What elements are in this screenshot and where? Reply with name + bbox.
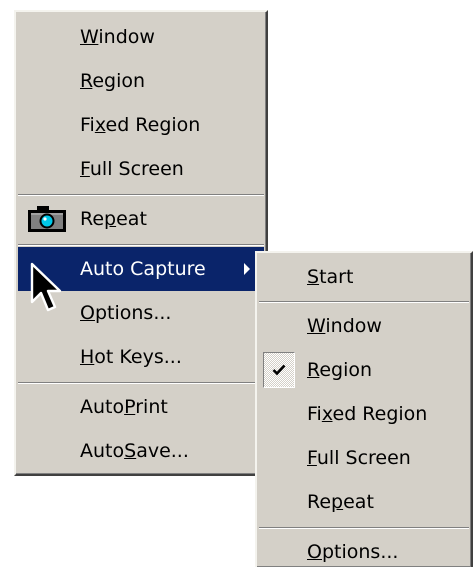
menu-item-label: Window (307, 315, 382, 337)
menu-item-label: Full Screen (307, 447, 411, 469)
menu-item-full-screen[interactable]: Full Screen (18, 147, 264, 191)
submenu-item-window[interactable]: Window (259, 304, 469, 348)
submenu-item-repeat[interactable]: Repeat (259, 480, 469, 524)
menu-item-label: Fixed Region (307, 403, 428, 425)
mouse-pointer-icon (30, 262, 62, 312)
menu-item-hot-keys[interactable]: Hot Keys... (18, 335, 264, 379)
menu-item-label: Repeat (307, 491, 374, 513)
menu-item-label: Options... (307, 541, 399, 563)
submenu-item-full-screen[interactable]: Full Screen (259, 436, 469, 480)
submenu-item-fixed-region[interactable]: Fixed Region (259, 392, 469, 436)
menu-item-label: Auto Capture (80, 258, 206, 280)
menu-item-label: AutoPrint (80, 396, 168, 418)
menu-item-region[interactable]: Region (18, 59, 264, 103)
menu-item-label: Full Screen (80, 158, 184, 180)
menu-separator (259, 527, 469, 529)
menu-separator (18, 382, 264, 384)
menu-separator (18, 244, 264, 246)
menu-item-label: Region (307, 359, 373, 381)
menu-item-label: Fixed Region (80, 114, 201, 136)
camera-icon (28, 206, 66, 232)
menu-item-label: Options... (80, 302, 172, 324)
menu-item-window[interactable]: Window (18, 15, 264, 59)
menu-item-autoprint[interactable]: AutoPrint (18, 385, 264, 429)
menu-separator (18, 194, 264, 196)
menu-item-repeat[interactable]: Repeat (18, 197, 264, 241)
submenu-arrow-icon (244, 263, 250, 275)
capture-context-menu: Window Region Fixed Region Full Screen R… (14, 10, 268, 476)
menu-item-label: Hot Keys... (80, 346, 182, 368)
menu-item-autosave[interactable]: AutoSave... (18, 429, 264, 473)
submenu-item-region[interactable]: Region (259, 348, 469, 392)
menu-item-label: AutoSave... (80, 440, 189, 462)
auto-capture-submenu: Start Window Region Fixed Region Full Sc… (255, 251, 473, 567)
menu-item-label: Start (307, 266, 354, 288)
menu-item-fixed-region[interactable]: Fixed Region (18, 103, 264, 147)
submenu-item-start[interactable]: Start (259, 255, 469, 299)
menu-item-label: Window (80, 26, 155, 48)
menu-item-label: Region (80, 70, 146, 92)
menu-item-label: Repeat (80, 208, 147, 230)
checked-state-cell (263, 352, 295, 388)
menu-separator (259, 301, 469, 303)
checkmark-icon (272, 364, 286, 376)
submenu-item-options[interactable]: Options... (259, 530, 469, 574)
